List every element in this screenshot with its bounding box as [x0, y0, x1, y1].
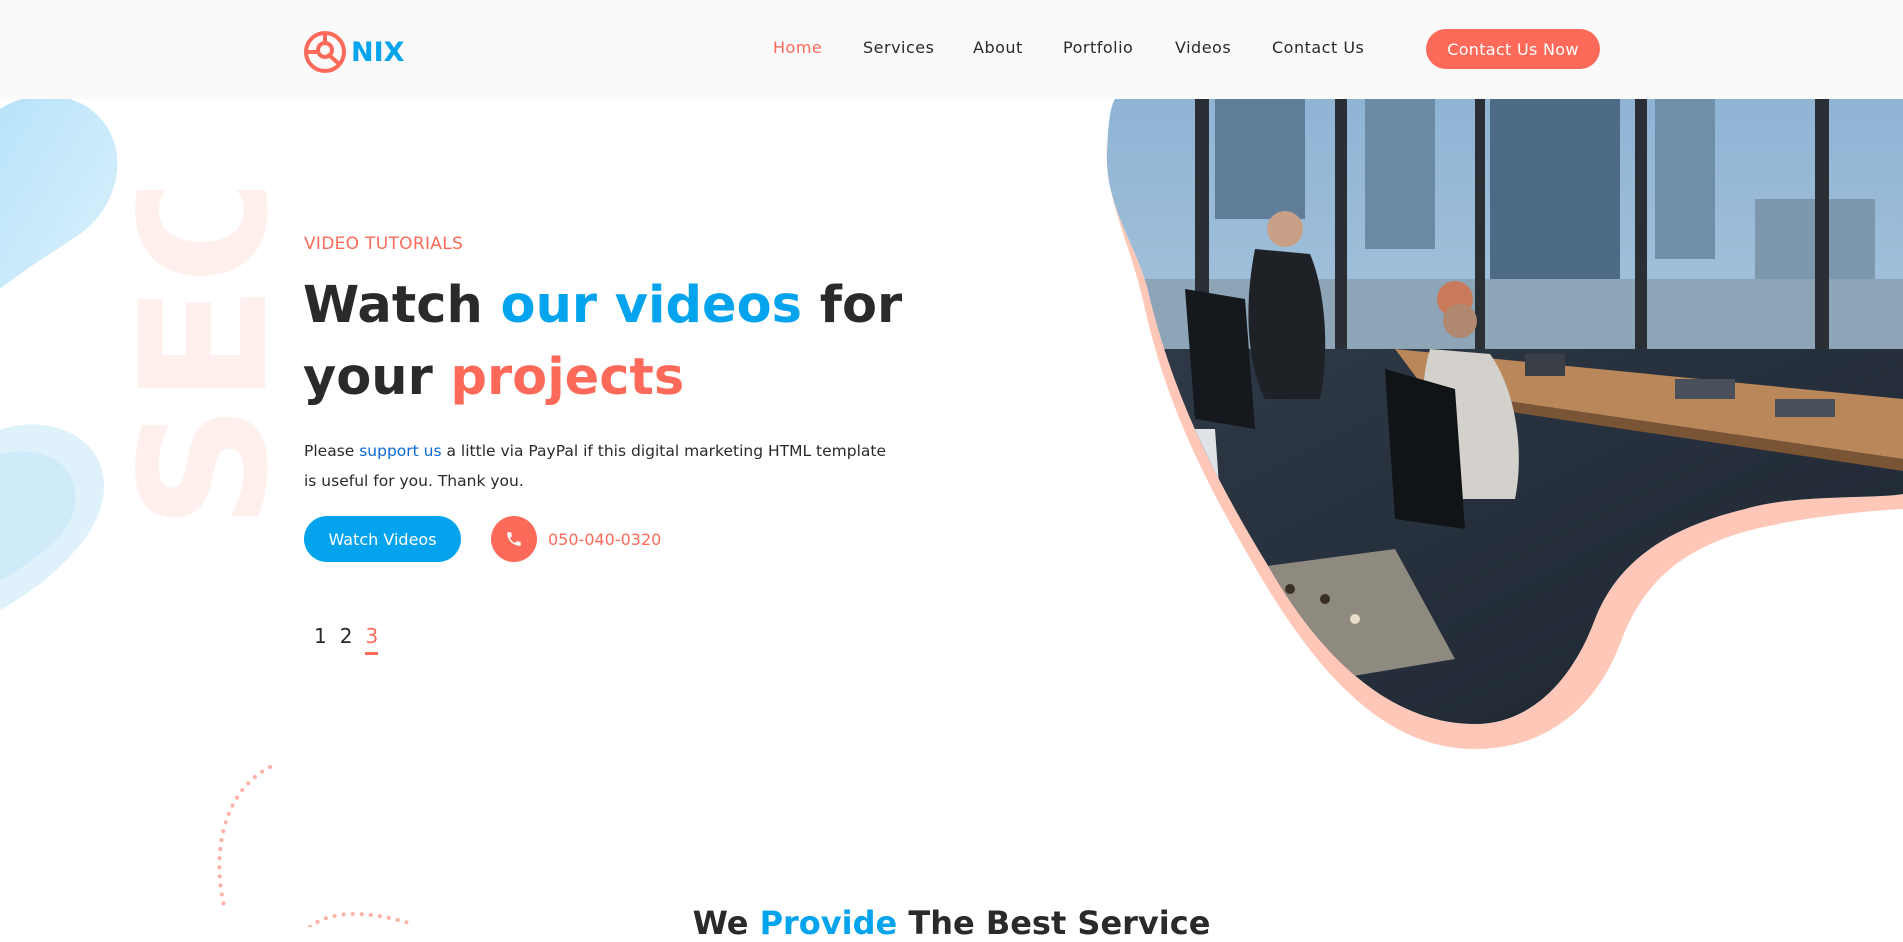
site-header: NIX Home Services About Portfolio Videos… [0, 0, 1903, 99]
pagination-item[interactable]: 1 [314, 624, 327, 655]
nav-item-videos[interactable]: Videos [1175, 38, 1231, 57]
seo-watermark: SEO [125, 190, 275, 530]
main-nav: Home Services About Portfolio Videos Con… [0, 38, 1903, 62]
phone-number: 050-040-0320 [548, 529, 662, 549]
nav-item-home[interactable]: Home [773, 38, 822, 57]
decorative-blob-blue-top [0, 99, 118, 289]
slide-pagination: 1 2 3 [314, 624, 391, 655]
hero-tagline: VIDEO TUTORIALS [304, 234, 464, 254]
svg-text:SEO: SEO [125, 190, 275, 530]
hero-office-image [1106, 99, 1903, 749]
hero-desc-before: Please [304, 442, 360, 460]
support-us-link[interactable]: support us [359, 442, 441, 460]
pagination-item-current[interactable]: 3 [365, 624, 379, 655]
services-section-title: We Provide The Best Service [0, 904, 1903, 942]
hero-description: Please support us a little via PayPal if… [304, 436, 894, 496]
nav-item-portfolio[interactable]: Portfolio [1063, 38, 1133, 57]
nav-item-services[interactable]: Services [863, 38, 934, 57]
contact-us-now-button[interactable]: Contact Us Now [1426, 29, 1600, 69]
phone-icon [491, 516, 537, 562]
decorative-dotted-arc [217, 765, 417, 927]
hero-title-highlight-red: projects [450, 348, 685, 407]
watch-videos-button[interactable]: Watch Videos [304, 516, 461, 562]
phone-contact[interactable]: 050-040-0320 [491, 516, 661, 562]
services-title-highlight: Provide [759, 904, 898, 942]
hero-title-part1: Watch [303, 276, 501, 335]
services-title-part2: The Best Service [897, 904, 1211, 942]
decorative-blob-blue-bottom [0, 424, 105, 610]
nav-item-contact-us[interactable]: Contact Us [1272, 38, 1364, 57]
services-title-part1: We [692, 904, 760, 942]
hero-title-highlight-blue: our videos [500, 276, 802, 335]
pagination-item[interactable]: 2 [340, 624, 353, 655]
hero-title: Watch our videos for your projects [303, 270, 923, 414]
nav-item-about[interactable]: About [973, 38, 1023, 57]
